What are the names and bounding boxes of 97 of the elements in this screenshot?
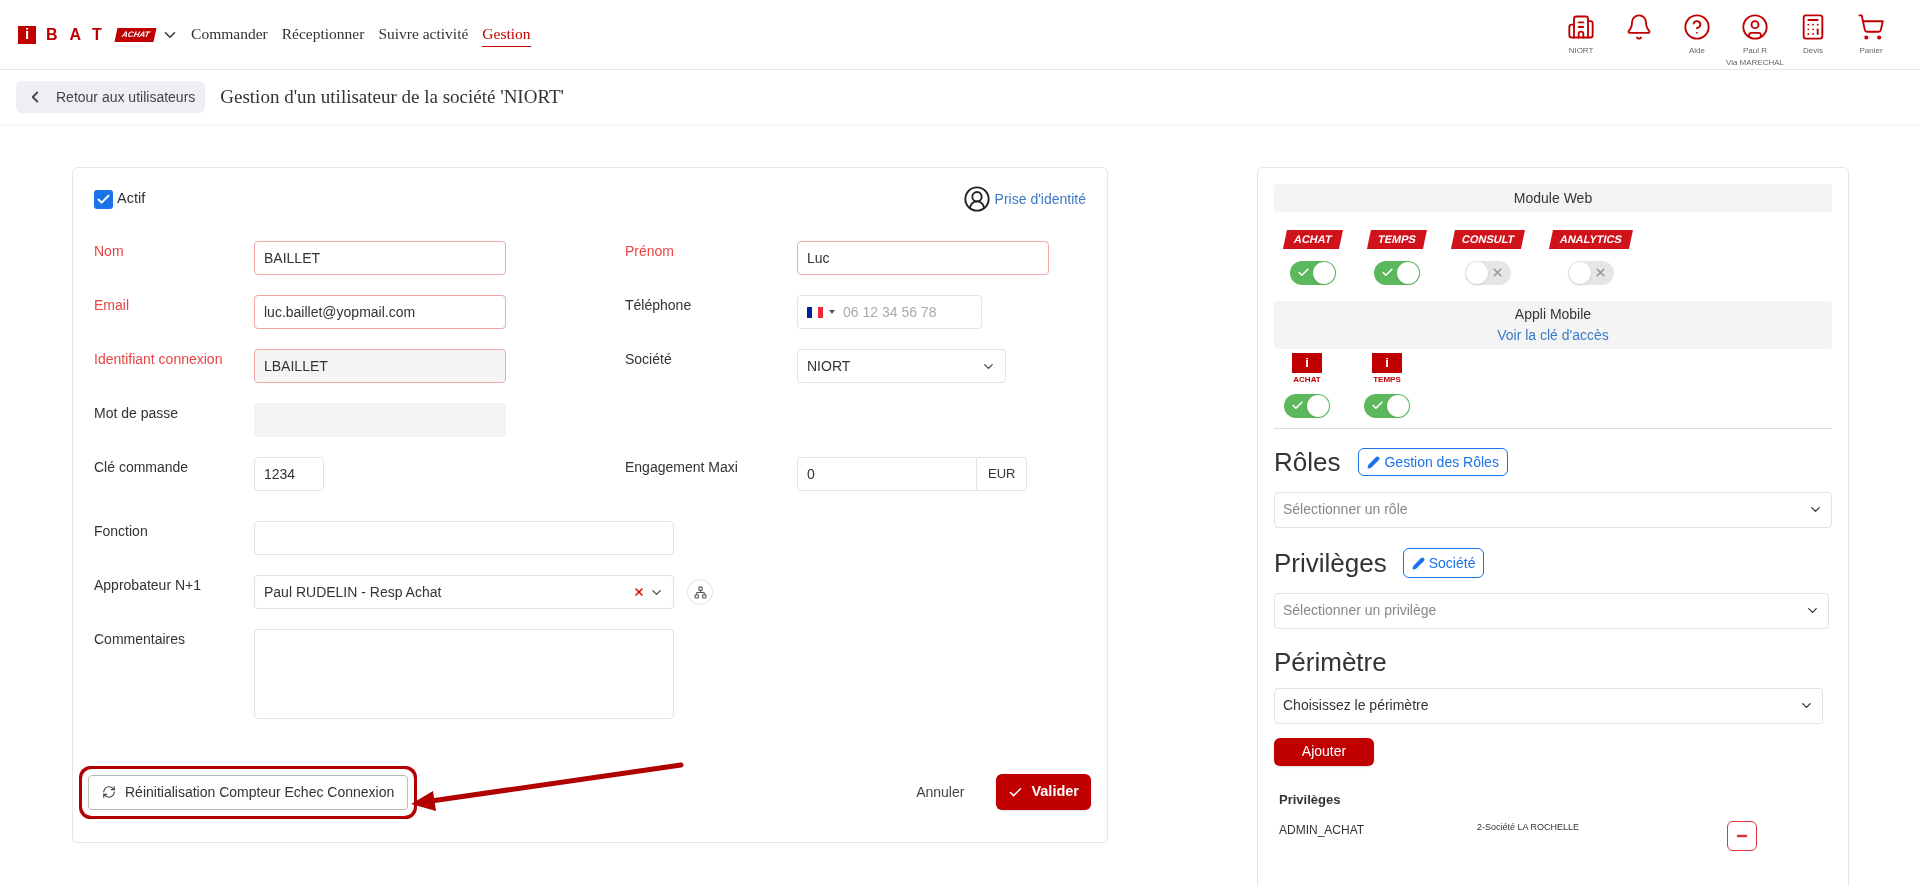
module-tag: ACHAT xyxy=(1283,230,1343,249)
logo-mark: i xyxy=(18,25,36,44)
check-icon xyxy=(1296,266,1310,279)
cross-icon xyxy=(1593,266,1607,279)
currency-addon: EUR xyxy=(977,457,1028,491)
action-label: Devis xyxy=(1803,44,1823,57)
list-heading: Privilèges xyxy=(1279,790,1342,809)
access-key-link[interactable]: Voir la clé d'accès xyxy=(1497,324,1609,346)
action-label: Aide xyxy=(1689,44,1705,57)
field-label: Nom xyxy=(94,242,125,261)
header-action[interactable]: Paul R Via MARECHAL xyxy=(1728,0,1782,69)
toggle-switch[interactable] xyxy=(1373,260,1420,285)
checkbox[interactable] xyxy=(94,189,113,209)
field-label: Commentaires xyxy=(94,630,187,649)
back-button[interactable]: Retour aux utilisateurs xyxy=(16,81,206,113)
field-label: Fonction xyxy=(94,522,149,541)
pencil-icon xyxy=(1367,455,1381,469)
text-field[interactable] xyxy=(254,521,674,555)
header-action[interactable]: Aide xyxy=(1670,0,1724,57)
action-label: NIORT xyxy=(1568,44,1594,57)
remove-button[interactable] xyxy=(1727,821,1757,851)
app-logo: i xyxy=(1292,352,1322,373)
scope-select[interactable]: Choisissez le périmètre xyxy=(1274,687,1823,724)
cross-icon xyxy=(1490,266,1504,279)
user-icon xyxy=(962,185,991,213)
impersonate-link[interactable]: Prise d'identité xyxy=(962,185,1086,213)
field-label: Téléphone xyxy=(625,296,693,315)
approver-select[interactable]: Paul RUDELIN - Resp Achat xyxy=(254,575,674,609)
check-icon xyxy=(1291,399,1304,412)
clear-icon[interactable] xyxy=(633,586,645,598)
toggle-switch[interactable] xyxy=(1567,260,1614,285)
field-label: Identifiant connexion xyxy=(94,350,224,369)
text-field[interactable]: luc.baillet@yopmail.com xyxy=(254,295,506,329)
module-tag: TEMPS xyxy=(1366,230,1427,249)
bell-icon xyxy=(1625,12,1653,41)
header-action[interactable]: Devis xyxy=(1786,0,1840,57)
module-tag: ANALYTICS xyxy=(1549,230,1633,249)
nav-link[interactable]: Commander xyxy=(191,21,268,48)
add-button[interactable]: Ajouter xyxy=(1274,737,1374,766)
field-label: Mot de passe xyxy=(94,404,180,423)
header-action[interactable]: NIORT xyxy=(1554,0,1608,57)
pencil-icon xyxy=(1411,556,1425,570)
field-label: Clé commande xyxy=(94,458,190,477)
phone-placeholder: 06 12 34 56 78 xyxy=(843,302,937,322)
nav-link[interactable]: Suivre activité xyxy=(378,21,469,48)
hierarchy-icon xyxy=(693,585,707,599)
module-tag: CONSULT xyxy=(1450,230,1525,249)
privilege-name: ADMIN_ACHAT xyxy=(1279,822,1366,839)
section-heading: Privilèges xyxy=(1274,546,1387,580)
cart-icon xyxy=(1857,12,1885,41)
nav-link[interactable]: Réceptionner xyxy=(281,21,365,48)
section-heading: Périmètre xyxy=(1274,645,1388,679)
field-label: Société xyxy=(625,350,673,369)
flag-icon xyxy=(807,306,823,318)
section-heading: Rôles xyxy=(1274,445,1341,479)
text-field[interactable]: Luc xyxy=(797,241,1049,275)
logo-text: BAT xyxy=(46,24,114,45)
module-tag: ACHAT xyxy=(114,27,157,42)
manage-roles-button[interactable]: Gestion des Rôles xyxy=(1358,448,1508,476)
action-label: Paul R xyxy=(1743,44,1767,57)
text-field[interactable]: BAILLET xyxy=(254,241,506,275)
action-label: Panier xyxy=(1859,44,1883,57)
section-title: Appli Mobile xyxy=(1514,304,1592,324)
text-field[interactable]: 1234 xyxy=(254,457,324,491)
toggle-switch[interactable] xyxy=(1464,260,1511,285)
caret-icon xyxy=(829,310,835,314)
toggle-switch[interactable] xyxy=(1284,393,1330,418)
app-label: ACHAT xyxy=(1293,373,1321,386)
page-title: Gestion d'un utilisateur de la société 'NIORT' xyxy=(220,84,564,109)
app-logo: i xyxy=(1372,352,1402,373)
toggle-switch[interactable] xyxy=(1289,260,1336,285)
field-label: Email xyxy=(94,296,130,315)
field-label: Engagement Maxi xyxy=(625,458,739,477)
privilege-scope: 2-Société LA ROCHELLE xyxy=(1477,821,1581,834)
select-value: Paul RUDELIN - Resp Achat xyxy=(264,582,442,602)
field-label: Prénom xyxy=(625,242,676,261)
checkbox-label: Actif xyxy=(117,189,146,209)
header-action[interactable]: Panier xyxy=(1844,0,1898,57)
refresh-icon xyxy=(102,785,116,799)
toggle-switch[interactable] xyxy=(1364,393,1410,418)
select-value: NIORT xyxy=(807,356,851,376)
app-label: TEMPS xyxy=(1373,373,1401,386)
amount-field[interactable]: 0 xyxy=(797,457,977,491)
help-icon xyxy=(1683,12,1711,41)
section-header: Module Web xyxy=(1274,184,1832,212)
submit-button[interactable]: Valider xyxy=(996,774,1091,810)
company-privilege-button[interactable]: Société xyxy=(1402,548,1485,578)
field-label: Approbateur N+1 xyxy=(94,576,203,595)
company-select[interactable]: NIORT xyxy=(797,349,1006,383)
privilege-select[interactable]: Sélectionner un privilège xyxy=(1274,592,1829,629)
check-icon xyxy=(1380,266,1394,279)
action-sublabel: Via MARECHAL xyxy=(1725,56,1785,69)
role-select[interactable]: Sélectionner un rôle xyxy=(1274,491,1832,528)
user-icon xyxy=(1741,12,1769,41)
cancel-button[interactable]: Annuler xyxy=(916,781,965,803)
nav-link[interactable]: Gestion xyxy=(482,21,531,48)
check-icon xyxy=(1371,399,1384,412)
